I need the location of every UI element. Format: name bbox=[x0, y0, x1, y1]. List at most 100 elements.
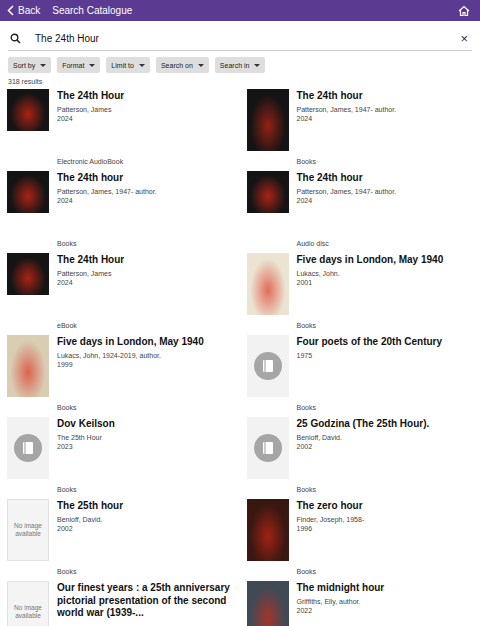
result-title: Our finest years : a 25th anniversary pi… bbox=[57, 582, 233, 620]
result-format: Books bbox=[57, 233, 233, 249]
result-details: Four poets of the 20th Century1975Books bbox=[297, 335, 473, 413]
result-title: The 25th hour bbox=[57, 500, 233, 513]
caret-down-icon bbox=[40, 64, 46, 67]
book-cover bbox=[7, 335, 49, 397]
clear-button[interactable]: × bbox=[460, 32, 468, 45]
result-format: Audio disc bbox=[297, 233, 473, 249]
book-placeholder-icon bbox=[14, 434, 42, 462]
back-button[interactable]: Back bbox=[7, 5, 40, 16]
filter-label: Search in bbox=[220, 62, 250, 69]
book-cover bbox=[7, 417, 49, 479]
filter-button[interactable]: Limit to bbox=[106, 57, 150, 73]
filter-button[interactable]: Sort by bbox=[8, 57, 51, 73]
result-item[interactable]: No image availableOur finest years : a 2… bbox=[7, 581, 233, 626]
book-placeholder-icon bbox=[254, 352, 282, 380]
home-icon[interactable] bbox=[458, 5, 470, 17]
result-item[interactable]: Four poets of the 20th Century1975Books bbox=[247, 335, 473, 413]
result-item[interactable]: The zero hourFinder, Joseph, 1958-1996Bo… bbox=[247, 499, 473, 577]
result-details: The 24th HourPatterson, James2024eBook bbox=[57, 253, 233, 331]
result-format: Books bbox=[297, 315, 473, 331]
result-author: Patterson, James bbox=[57, 269, 233, 279]
cover-image bbox=[247, 499, 289, 561]
result-format: Electronic AudioBook bbox=[57, 151, 233, 167]
filter-label: Sort by bbox=[13, 62, 35, 69]
result-format: Books bbox=[57, 479, 233, 495]
caret-down-icon bbox=[89, 64, 95, 67]
book-cover bbox=[247, 89, 289, 151]
result-author: Finder, Joseph, 1958- bbox=[297, 515, 473, 525]
result-title: The 24th Hour bbox=[57, 254, 233, 267]
back-label: Back bbox=[18, 5, 40, 16]
result-year: 2001 bbox=[297, 278, 473, 288]
result-item[interactable]: The 24th hour Patterson, James, 1947- aut… bbox=[247, 171, 473, 249]
result-title: The 24th Hour bbox=[57, 90, 233, 103]
book-cover bbox=[247, 417, 289, 479]
chevron-left-icon bbox=[7, 5, 14, 16]
result-count: 318 results bbox=[0, 73, 480, 85]
result-item[interactable]: The 24th Hour Patterson, James2024 Electro… bbox=[7, 89, 233, 167]
result-item[interactable]: Five days in London, May 1940Lukacs, Joh… bbox=[247, 253, 473, 331]
filter-button[interactable]: Search on bbox=[156, 57, 209, 73]
book-cover bbox=[247, 499, 289, 561]
filter-label: Limit to bbox=[111, 62, 134, 69]
result-item[interactable]: The midnight hourGriffiths, Elly, author… bbox=[247, 581, 473, 626]
cover-image bbox=[247, 89, 289, 151]
result-details: Five days in London, May 1940Lukacs, Joh… bbox=[297, 253, 473, 331]
caret-down-icon bbox=[254, 64, 260, 67]
cover-image bbox=[7, 89, 49, 131]
filter-button[interactable]: Search in bbox=[215, 57, 266, 73]
result-item[interactable]: 25 Godzina (The 25th Hour). Benioff, Davi… bbox=[247, 417, 473, 495]
result-title: The midnight hour bbox=[297, 582, 473, 595]
book-cover bbox=[247, 581, 289, 626]
book-cover bbox=[247, 253, 289, 315]
cover-image bbox=[247, 581, 289, 626]
result-year: 2024 bbox=[57, 278, 233, 288]
book-cover bbox=[7, 171, 49, 213]
filter-label: Format bbox=[62, 62, 84, 69]
book-cover bbox=[247, 171, 289, 213]
catalogue-page: Back Search Catalogue The 24th Hour × Sort b… bbox=[0, 0, 480, 626]
result-item[interactable]: Five days in London, May 1940 Lukacs, Joh… bbox=[7, 335, 233, 413]
result-author: Lukacs, John, 1924-2019, author. bbox=[57, 351, 233, 361]
result-author: Patterson, James, 1947- author. bbox=[297, 105, 473, 115]
search-field[interactable]: The 24th Hour × bbox=[8, 30, 472, 51]
result-title: The 24th hour bbox=[297, 172, 473, 185]
result-details: The 24th hourPatterson, James, 1947- aut… bbox=[57, 171, 233, 249]
cover-image bbox=[247, 253, 289, 315]
search-value: The 24th Hour bbox=[35, 33, 446, 44]
result-author: Patterson, James, 1947- author. bbox=[57, 187, 233, 197]
cover-image bbox=[7, 253, 49, 295]
book-cover bbox=[7, 253, 49, 295]
result-list: The 24th HourPatterson, James2024Electro… bbox=[0, 85, 480, 626]
result-item[interactable]: The 24th HourPatterson, James2024eBook bbox=[7, 253, 233, 331]
result-author: Patterson, James, 1947- author. bbox=[297, 187, 473, 197]
result-item[interactable]: The 24th hourPatterson, James, 1947- aut… bbox=[247, 89, 473, 167]
result-year: 2022 bbox=[297, 606, 473, 616]
result-details: The 25th hourBenioff, David.2002Books bbox=[57, 499, 233, 577]
result-title: 25 Godzina (The 25th Hour). bbox=[297, 418, 473, 431]
result-item[interactable]: The 24th hourPatterson, James, 1947- aut… bbox=[7, 171, 233, 249]
result-year: 2002 bbox=[57, 524, 233, 534]
result-title: Dov Keilson bbox=[57, 418, 233, 431]
result-details: Our finest years : a 25th anniversary pi… bbox=[57, 581, 233, 626]
result-year: 2002 bbox=[297, 442, 473, 452]
result-title: The zero hour bbox=[297, 500, 473, 513]
result-author: Patterson, James bbox=[57, 105, 233, 115]
result-format: Books bbox=[57, 397, 233, 413]
no-image-text: No image available bbox=[8, 522, 48, 539]
result-item[interactable]: No image available The 25th hourBenioff, … bbox=[7, 499, 233, 577]
result-author: Benioff, David. bbox=[297, 433, 473, 443]
result-format: Books bbox=[297, 397, 473, 413]
page-title: Search Catalogue bbox=[52, 5, 132, 16]
result-title: Five days in London, May 1940 bbox=[297, 254, 473, 267]
book-cover bbox=[247, 335, 289, 397]
result-year: 2024 bbox=[57, 114, 233, 124]
cover-image bbox=[7, 335, 49, 397]
filter-button[interactable]: Format bbox=[57, 57, 100, 73]
filter-label: Search on bbox=[161, 62, 193, 69]
result-title: Five days in London, May 1940 bbox=[57, 336, 233, 349]
result-author: The 25th Hour bbox=[57, 433, 233, 443]
cover-image bbox=[7, 171, 49, 213]
result-item[interactable]: Dov KeilsonThe 25th Hour2023Books bbox=[7, 417, 233, 495]
book-cover: No image available bbox=[7, 581, 49, 626]
